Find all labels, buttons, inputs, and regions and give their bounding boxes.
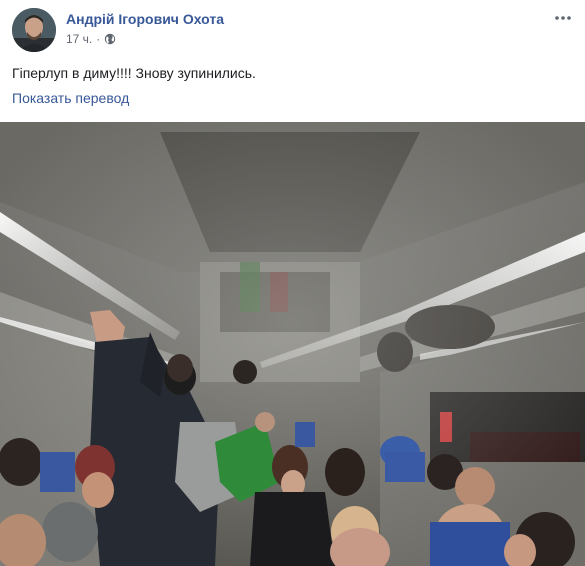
author-name[interactable]: Андрій Ігорович Охота [66, 11, 224, 27]
meta-separator: · [96, 32, 101, 46]
globe-icon[interactable] [104, 33, 116, 45]
more-options-button[interactable] [553, 8, 573, 24]
post-meta: 17 ч. · [66, 32, 116, 46]
more-horizontal-icon [555, 7, 571, 25]
show-translation-link[interactable]: Показать перевод [12, 90, 129, 106]
post-photo[interactable] [0, 122, 585, 566]
post-timestamp[interactable]: 17 ч. [66, 32, 92, 46]
post-header: Андрій Ігорович Охота 17 ч. · [12, 8, 573, 52]
post-text: Гіперлуп в диму!!!! Знову зупинились. [12, 65, 256, 81]
author-avatar[interactable] [12, 8, 56, 52]
train-interior-photo-icon [0, 122, 585, 566]
